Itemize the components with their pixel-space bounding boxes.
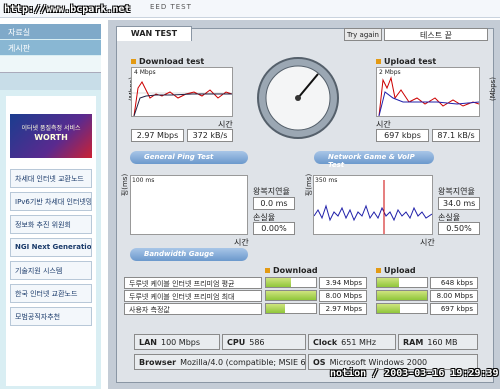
- os-label: OS: [313, 358, 326, 367]
- link-kr-exchange[interactable]: 한국 인터넷 교환노드: [10, 284, 92, 303]
- upload-value: 8.00 Mbps: [430, 290, 478, 302]
- download-bar-track: [265, 277, 317, 288]
- upload-speed: 697 kbps: [376, 129, 429, 142]
- lan-value: 100 Mbps: [160, 338, 201, 347]
- banner-line1: 이터넷 품질측정 서비스: [21, 125, 81, 132]
- ping-loss-value: 0.00%: [253, 222, 295, 235]
- bullet-icon: [265, 268, 270, 273]
- lan-label: LAN: [139, 338, 157, 347]
- ping-axis-label: 핑(ms): [121, 173, 130, 197]
- sidebar-spacer: [0, 56, 101, 72]
- tab-wan-test[interactable]: WAN TEST: [116, 26, 192, 41]
- download-value: 8.00 Mbps: [319, 290, 367, 302]
- link-official-recommend[interactable]: 모범공직자추천: [10, 307, 92, 326]
- link-tech-support[interactable]: 기술지원 시스템: [10, 261, 92, 280]
- ping-time-label: 시간: [234, 238, 249, 247]
- bandwidth-upload-text: Upload: [384, 266, 416, 275]
- ping-rtt-value: 0.0 ms: [253, 197, 295, 210]
- upload-title-text: Upload test: [384, 57, 437, 66]
- bullet-icon: [131, 59, 136, 64]
- ram-info: RAM 160 MB: [398, 334, 478, 350]
- link-ipv6[interactable]: IPv6기반 차세대 인터넷망: [10, 192, 92, 211]
- bandwidth-row-name: 두루넷 케이블 인터넷 프리미엄 평균: [124, 277, 262, 289]
- cpu-label: CPU: [227, 338, 246, 347]
- upload-bar-fill: [377, 291, 427, 300]
- sidebar-item-archive[interactable]: 자료실: [0, 24, 101, 39]
- download-title-text: Download test: [139, 57, 205, 66]
- upload-bar-track: [376, 303, 428, 314]
- capture-stamp: notion / 2003-03-16 19:29:39: [330, 368, 499, 379]
- download-bar-track: [265, 290, 317, 301]
- voip-plot: [314, 180, 432, 234]
- ram-label: RAM: [403, 338, 424, 347]
- voip-loss-value: 0.50%: [438, 222, 480, 235]
- bandwidth-header: Bandwidth Gauge: [130, 248, 248, 261]
- browser-info: Browser Mozilla/4.0 (compatible; MSIE 6.0: [134, 354, 306, 370]
- upload-kbps: 87.1 kB/s: [432, 129, 480, 142]
- bandwidth-row-name: 사용자 측정값: [124, 303, 262, 315]
- sidebar-item-board[interactable]: 게시판: [0, 40, 101, 55]
- download-value: 3.94 Mbps: [319, 277, 367, 289]
- upload-value: 648 kbps: [430, 277, 478, 289]
- ping-test-header: General Ping Test: [130, 151, 248, 164]
- voip-time-label: 시간: [420, 238, 435, 247]
- quality-banner[interactable]: 이터넷 품질측정 서비스 WORTH: [10, 114, 92, 158]
- ram-value: 160 MB: [427, 338, 458, 347]
- banner-line2: WORTH: [34, 133, 68, 142]
- upload-scale: 2 Mbps: [379, 69, 401, 76]
- upload-bar-track: [376, 277, 428, 288]
- link-ngi[interactable]: NGI Next Generation: [10, 238, 92, 257]
- ping-graph: [130, 175, 248, 235]
- cpu-info: CPU 586: [222, 334, 306, 350]
- upload-bar-track: [376, 290, 428, 301]
- bandwidth-download-label: Download: [265, 266, 318, 275]
- upload-value: 697 kbps: [430, 303, 478, 315]
- upload-title: Upload test: [376, 57, 436, 66]
- voip-rtt-value: 34.0 ms: [438, 197, 480, 210]
- bandwidth-upload-label: Upload: [376, 266, 416, 275]
- upload-bar-fill: [377, 278, 399, 287]
- clock-value: 651 MHz: [341, 338, 377, 347]
- download-bar-fill: [266, 278, 291, 287]
- clock-info: Clock 651 MHz: [308, 334, 396, 350]
- test-status-field: 테스트 끝: [384, 28, 488, 41]
- cpu-value: 586: [249, 338, 265, 347]
- upload-bar-fill: [377, 304, 400, 313]
- download-scale: 4 Mbps: [134, 69, 156, 76]
- speed-gauge: [257, 57, 339, 139]
- download-bar-fill: [266, 304, 285, 313]
- ping-scale: 100 ms: [132, 177, 155, 184]
- bullet-icon: [376, 59, 381, 64]
- lan-info: LAN 100 Mbps: [134, 334, 220, 350]
- browser-label: Browser: [139, 358, 177, 367]
- voip-scale: 350 ms: [315, 177, 338, 184]
- voip-rtt-label: 왕복지연율: [438, 187, 475, 196]
- voip-graph: [313, 175, 433, 235]
- try-again-button[interactable]: Try again: [344, 28, 382, 41]
- browser-value: Mozilla/4.0 (compatible; MSIE 6.0: [180, 358, 306, 367]
- clock-label: Clock: [313, 338, 338, 347]
- voip-test-header: Network Game & VoIP Test: [314, 151, 434, 169]
- download-speed: 2.97 Mbps: [131, 129, 184, 142]
- window-title: EED TEST: [150, 3, 192, 11]
- bandwidth-row-name: 두루넷 케이블 인터넷 프리미엄 최대: [124, 290, 262, 302]
- download-kbps: 372 kB/s: [187, 129, 233, 142]
- bullet-icon: [376, 268, 381, 273]
- os-value: Microsoft Windows 2000: [329, 358, 428, 367]
- link-next-gen-exchange[interactable]: 차세대 인터넷 교환노드: [10, 169, 92, 188]
- bandwidth-download-text: Download: [273, 266, 318, 275]
- upload-ylabel: (Mbps): [489, 76, 498, 102]
- download-value: 2.97 Mbps: [319, 303, 367, 315]
- download-bar-fill: [266, 291, 316, 300]
- link-committee[interactable]: 정보화 추진 위원회: [10, 215, 92, 234]
- url-watermark: http://www.bcpark.net: [4, 4, 131, 15]
- download-bar-track: [265, 303, 317, 314]
- sidebar-divider: [0, 72, 101, 90]
- ping-rtt-label: 왕복지연율: [253, 187, 290, 196]
- download-title: Download test: [131, 57, 204, 66]
